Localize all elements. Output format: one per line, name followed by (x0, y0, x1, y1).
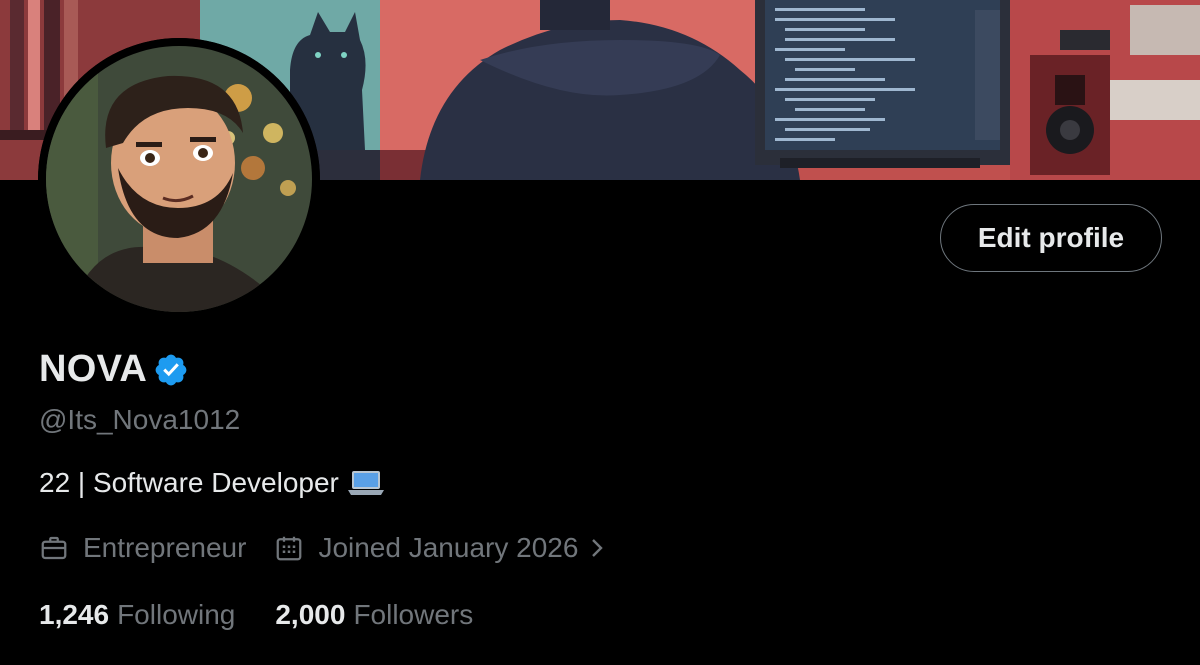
avatar-illustration (38, 38, 320, 320)
profile-name-row: NOVA (39, 348, 189, 391)
followers-label: Followers (353, 599, 474, 630)
following-link[interactable]: 1,246 Following (39, 599, 235, 631)
profile-meta-row: Entrepreneur Joined January 2026 (39, 532, 608, 564)
followers-link[interactable]: 2,000 Followers (275, 599, 473, 631)
profession-text: Entrepreneur (83, 532, 247, 563)
verified-badge-icon[interactable] (153, 352, 189, 388)
chevron-right-icon[interactable] (586, 533, 608, 563)
bio-text: 22 | Software Developer (39, 467, 339, 498)
profile-stats-row: 1,246 Following 2,000 Followers (39, 599, 473, 631)
display-name: NOVA (39, 348, 148, 390)
following-label: Following (117, 599, 236, 630)
profile-avatar[interactable] (38, 38, 320, 320)
following-count: 1,246 (39, 599, 110, 630)
profile-handle: @Its_Nova1012 (39, 404, 241, 435)
joined-text: Joined January 2026 (318, 532, 579, 563)
joined-item[interactable]: Joined January 2026 (274, 532, 608, 564)
calendar-icon (274, 533, 304, 563)
followers-count: 2,000 (275, 599, 346, 630)
edit-profile-button[interactable]: Edit profile (940, 204, 1162, 272)
briefcase-icon (39, 533, 69, 563)
profession-item: Entrepreneur (39, 532, 246, 564)
laptop-emoji-icon (347, 468, 385, 498)
profile-bio: 22 | Software Developer (39, 467, 385, 499)
